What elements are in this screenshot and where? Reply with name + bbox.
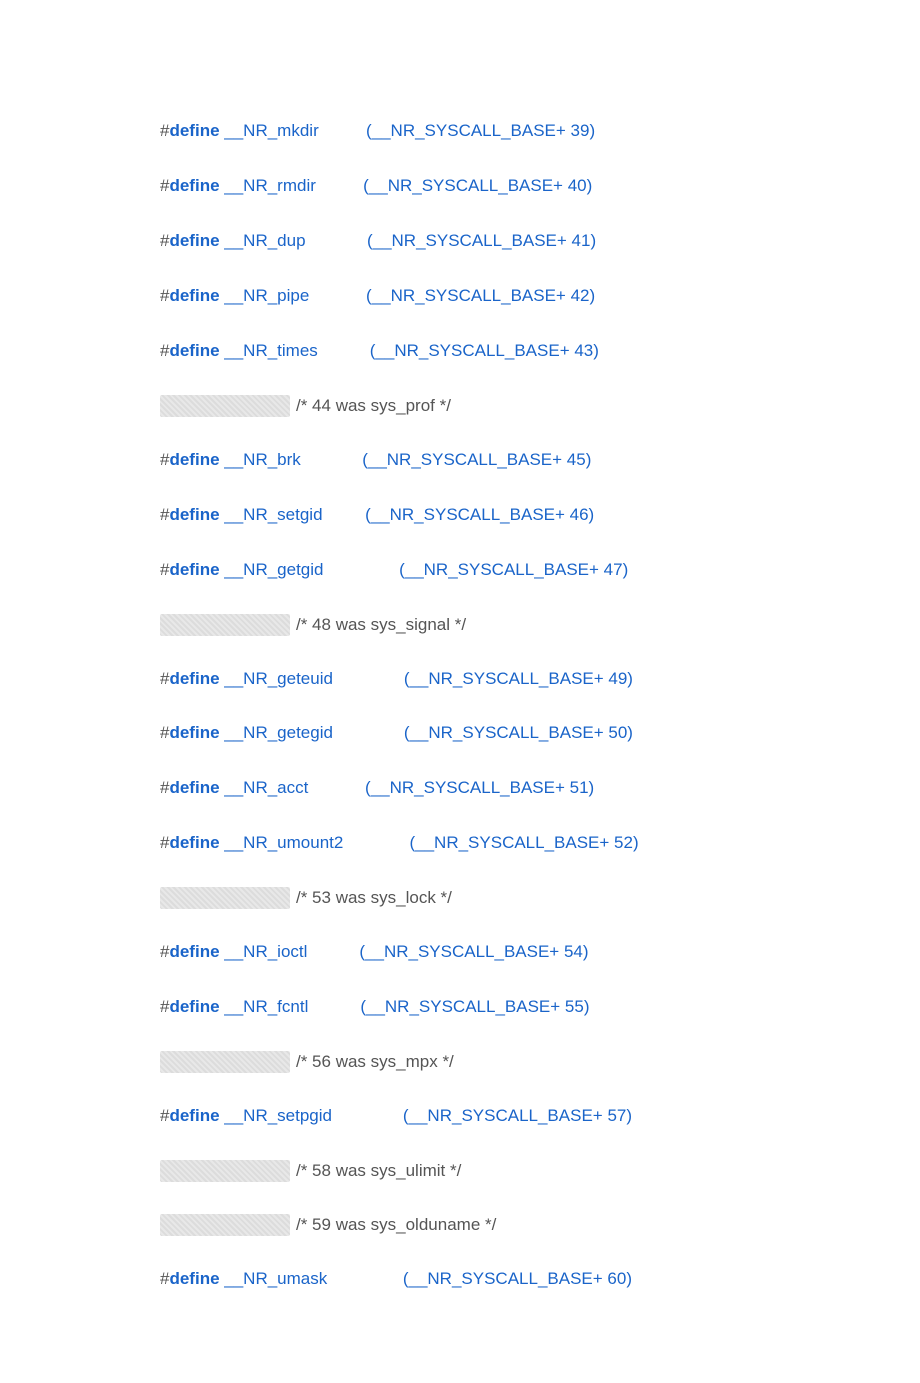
define-line: #define __NR_fcntl (__NR_SYSCALL_BASE+ 5…	[160, 996, 880, 1019]
comment-line: /* 58 was sys_ulimit */	[160, 1160, 880, 1182]
spacing	[324, 560, 400, 579]
keyword-define: define	[169, 997, 219, 1016]
macro-value: (__NR_SYSCALL_BASE+ 55)	[360, 997, 589, 1016]
keyword-define: define	[169, 723, 219, 742]
define-line: #define __NR_setpgid (__NR_SYSCALL_BASE+…	[160, 1105, 880, 1128]
spacing	[308, 778, 365, 797]
define-line: #define __NR_getegid (__NR_SYSCALL_BASE+…	[160, 722, 880, 745]
define-line: #define __NR_geteuid (__NR_SYSCALL_BASE+…	[160, 668, 880, 691]
spacing	[308, 997, 360, 1016]
comment-text: /* 59 was sys_olduname */	[296, 1215, 496, 1235]
indent-box	[160, 1214, 290, 1236]
macro-name: __NR_setgid	[220, 505, 323, 524]
keyword-define: define	[169, 669, 219, 688]
comment-line: /* 59 was sys_olduname */	[160, 1214, 880, 1236]
define-line: #define __NR_acct (__NR_SYSCALL_BASE+ 51…	[160, 777, 880, 800]
macro-value: (__NR_SYSCALL_BASE+ 40)	[363, 176, 592, 195]
keyword-define: define	[169, 231, 219, 250]
indent-box	[160, 1051, 290, 1073]
macro-name: __NR_geteuid	[220, 669, 333, 688]
macro-value: (__NR_SYSCALL_BASE+ 54)	[359, 942, 588, 961]
define-line: #define __NR_setgid (__NR_SYSCALL_BASE+ …	[160, 504, 880, 527]
define-line: #define __NR_dup (__NR_SYSCALL_BASE+ 41)	[160, 230, 880, 253]
macro-value: (__NR_SYSCALL_BASE+ 52)	[409, 833, 638, 852]
indent-box	[160, 1160, 290, 1182]
keyword-define: define	[169, 942, 219, 961]
macro-name: __NR_times	[220, 341, 318, 360]
define-line: #define __NR_rmdir (__NR_SYSCALL_BASE+ 4…	[160, 175, 880, 198]
keyword-define: define	[169, 833, 219, 852]
macro-name: __NR_dup	[220, 231, 306, 250]
macro-value: (__NR_SYSCALL_BASE+ 47)	[399, 560, 628, 579]
define-line: #define __NR_pipe (__NR_SYSCALL_BASE+ 42…	[160, 285, 880, 308]
keyword-define: define	[169, 286, 219, 305]
keyword-define: define	[169, 450, 219, 469]
macro-name: __NR_pipe	[220, 286, 310, 305]
macro-value: (__NR_SYSCALL_BASE+ 49)	[404, 669, 633, 688]
macro-value: (__NR_SYSCALL_BASE+ 45)	[362, 450, 591, 469]
macro-name: __NR_umount2	[220, 833, 344, 852]
macro-value: (__NR_SYSCALL_BASE+ 57)	[403, 1106, 632, 1125]
macro-name: __NR_mkdir	[220, 121, 319, 140]
spacing	[307, 942, 359, 961]
macro-value: (__NR_SYSCALL_BASE+ 50)	[404, 723, 633, 742]
spacing	[309, 286, 366, 305]
macro-value: (__NR_SYSCALL_BASE+ 43)	[370, 341, 599, 360]
macro-name: __NR_getegid	[220, 723, 333, 742]
comment-text: /* 48 was sys_signal */	[296, 615, 466, 635]
macro-value: (__NR_SYSCALL_BASE+ 46)	[365, 505, 594, 524]
comment-text: /* 53 was sys_lock */	[296, 888, 452, 908]
keyword-define: define	[169, 778, 219, 797]
macro-name: __NR_ioctl	[220, 942, 308, 961]
keyword-define: define	[169, 121, 219, 140]
macro-name: __NR_fcntl	[220, 997, 309, 1016]
define-line: #define __NR_umount2 (__NR_SYSCALL_BASE+…	[160, 832, 880, 855]
macro-value: (__NR_SYSCALL_BASE+ 42)	[366, 286, 595, 305]
comment-text: /* 58 was sys_ulimit */	[296, 1161, 461, 1181]
spacing	[327, 1269, 403, 1288]
macro-name: __NR_brk	[220, 450, 301, 469]
spacing	[301, 450, 362, 469]
define-line: #define __NR_times (__NR_SYSCALL_BASE+ 4…	[160, 340, 880, 363]
spacing	[318, 341, 370, 360]
keyword-define: define	[169, 176, 219, 195]
spacing	[319, 121, 366, 140]
spacing	[343, 833, 409, 852]
define-line: #define __NR_getgid (__NR_SYSCALL_BASE+ …	[160, 559, 880, 582]
define-line: #define __NR_mkdir (__NR_SYSCALL_BASE+ 3…	[160, 120, 880, 143]
comment-text: /* 44 was sys_prof */	[296, 396, 451, 416]
comment-line: /* 44 was sys_prof */	[160, 395, 880, 417]
define-line: #define __NR_umask (__NR_SYSCALL_BASE+ 6…	[160, 1268, 880, 1291]
macro-value: (__NR_SYSCALL_BASE+ 60)	[403, 1269, 632, 1288]
macro-name: __NR_setpgid	[220, 1106, 332, 1125]
indent-box	[160, 614, 290, 636]
macro-name: __NR_umask	[220, 1269, 328, 1288]
macro-value: (__NR_SYSCALL_BASE+ 41)	[367, 231, 596, 250]
spacing	[316, 176, 363, 195]
define-line: #define __NR_ioctl (__NR_SYSCALL_BASE+ 5…	[160, 941, 880, 964]
keyword-define: define	[169, 1106, 219, 1125]
spacing	[332, 1106, 403, 1125]
comment-line: /* 48 was sys_signal */	[160, 614, 880, 636]
macro-value: (__NR_SYSCALL_BASE+ 51)	[365, 778, 594, 797]
spacing	[333, 669, 404, 688]
indent-box	[160, 395, 290, 417]
indent-box	[160, 887, 290, 909]
macro-name: __NR_rmdir	[220, 176, 316, 195]
macro-value: (__NR_SYSCALL_BASE+ 39)	[366, 121, 595, 140]
keyword-define: define	[169, 560, 219, 579]
define-line: #define __NR_brk (__NR_SYSCALL_BASE+ 45)	[160, 449, 880, 472]
keyword-define: define	[169, 1269, 219, 1288]
macro-name: __NR_getgid	[220, 560, 324, 579]
spacing	[323, 505, 366, 524]
comment-text: /* 56 was sys_mpx */	[296, 1052, 454, 1072]
macro-name: __NR_acct	[220, 778, 309, 797]
code-block: #define __NR_mkdir (__NR_SYSCALL_BASE+ 3…	[0, 0, 920, 1383]
comment-line: /* 56 was sys_mpx */	[160, 1051, 880, 1073]
keyword-define: define	[169, 341, 219, 360]
comment-line: /* 53 was sys_lock */	[160, 887, 880, 909]
keyword-define: define	[169, 505, 219, 524]
spacing	[333, 723, 404, 742]
spacing	[306, 231, 367, 250]
